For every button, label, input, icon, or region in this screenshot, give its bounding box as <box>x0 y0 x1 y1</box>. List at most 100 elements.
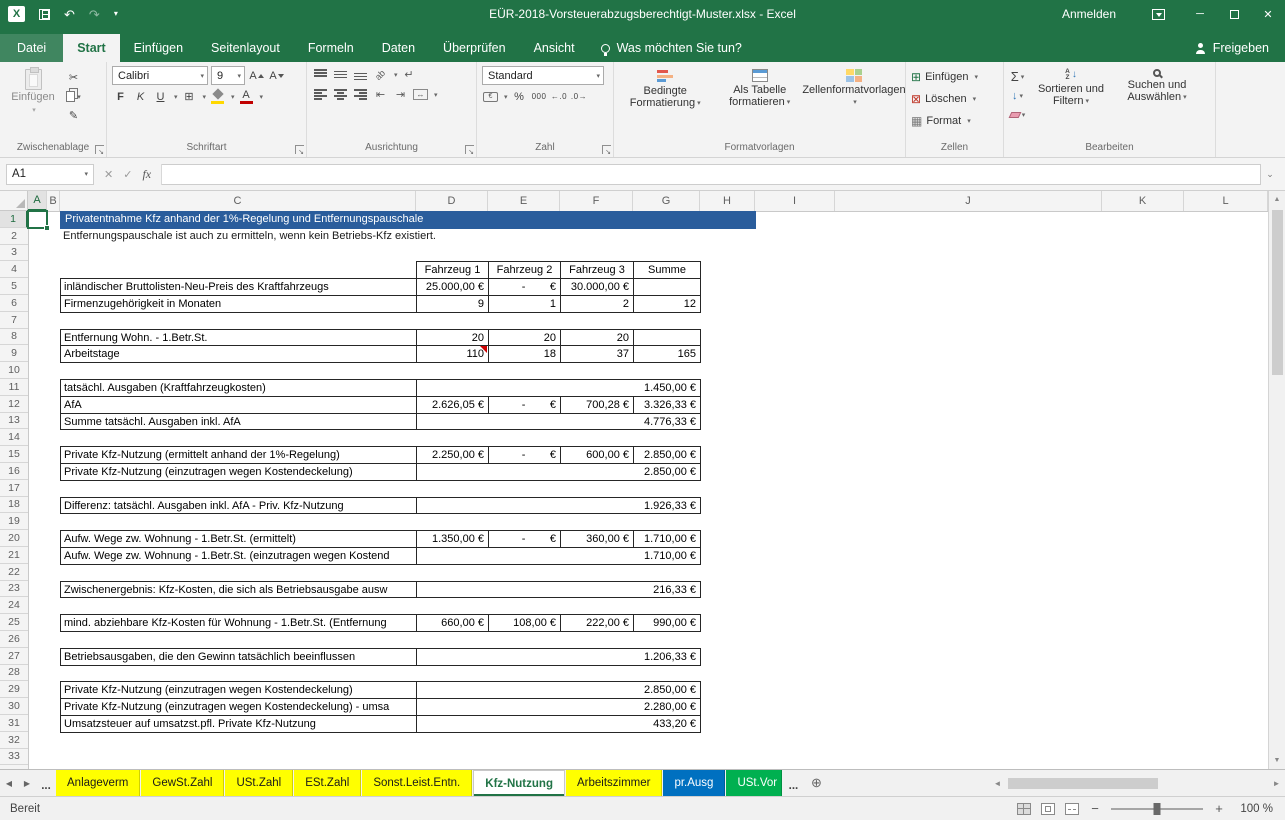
sheet-tab-anlageverm[interactable]: Anlageverm <box>56 770 140 796</box>
cell-C1[interactable]: Privatentnahme Kfz anhand der 1%-Regelun… <box>60 211 756 229</box>
sheet-tab-gewst-zahl[interactable]: GewSt.Zahl <box>141 770 224 796</box>
column-header-D[interactable]: D <box>416 191 488 211</box>
row-header-14[interactable]: 14 <box>0 429 28 446</box>
italic-button[interactable]: K <box>132 88 149 105</box>
scroll-right-icon[interactable]: ► <box>1268 779 1285 788</box>
orientation-button[interactable] <box>372 66 389 83</box>
column-header-C[interactable]: C <box>60 191 416 211</box>
column-header-B[interactable]: B <box>47 191 60 211</box>
horizontal-scrollbar[interactable]: ◄ ► <box>989 770 1285 796</box>
sheet-scroll-right-button[interactable]: ▶ <box>18 770 36 796</box>
zoom-in-button[interactable]: + <box>1213 801 1225 816</box>
cell-D31[interactable]: 433,20 € <box>416 715 701 733</box>
cell-G6[interactable]: 12 <box>633 295 701 313</box>
find-select-button[interactable]: Suchen und Auswählen <box>1116 66 1198 140</box>
row-header-16[interactable]: 16 <box>0 463 28 480</box>
column-header-E[interactable]: E <box>488 191 560 211</box>
cell-C20[interactable]: Aufw. Wege zw. Wohnung - 1.Betr.St. (erm… <box>60 530 417 548</box>
row-header-21[interactable]: 21 <box>0 547 28 564</box>
underline-dropdown-icon[interactable] <box>174 91 178 103</box>
zoom-slider-handle[interactable] <box>1154 803 1161 815</box>
ribbon-display-options-icon[interactable] <box>1152 9 1165 20</box>
merge-dropdown-icon[interactable] <box>434 89 438 101</box>
row-header-4[interactable]: 4 <box>0 261 28 278</box>
row-header-22[interactable]: 22 <box>0 564 28 581</box>
sheet-tab-arbeitszimmer[interactable]: Arbeitszimmer <box>566 770 662 796</box>
insert-function-button[interactable]: fx <box>142 167 151 182</box>
sheet-tab-sonst-leist-entn-[interactable]: Sonst.Leist.Entn. <box>362 770 472 796</box>
cell-F9[interactable]: 37 <box>560 345 634 363</box>
page-layout-view-button[interactable] <box>1041 803 1055 815</box>
row-header-27[interactable]: 27 <box>0 648 28 665</box>
cell-C23[interactable]: Zwischenergebnis: Kfz-Kosten, die sich a… <box>60 581 417 599</box>
cell-F15[interactable]: 600,00 € <box>560 446 634 464</box>
cell-E6[interactable]: 1 <box>488 295 561 313</box>
sheet-tab-kfz-nutzung[interactable]: Kfz-Nutzung <box>473 770 565 796</box>
borders-dropdown-icon[interactable] <box>203 91 207 103</box>
font-dialog-launcher[interactable] <box>295 145 304 154</box>
cell-D6[interactable]: 9 <box>416 295 489 313</box>
accounting-format-button[interactable]: € <box>482 88 499 105</box>
cell-C30[interactable]: Private Kfz-Nutzung (einzutragen wegen K… <box>60 698 417 716</box>
row-header-29[interactable]: 29 <box>0 681 28 698</box>
row-header-13[interactable]: 13 <box>0 413 28 430</box>
sheet-overflow-left[interactable]: ... <box>36 770 56 796</box>
cell-F4[interactable]: Fahrzeug 3 <box>560 261 634 279</box>
accounting-dropdown-icon[interactable] <box>504 91 508 103</box>
increase-decimal-button[interactable]: ←.0 <box>551 88 568 105</box>
cell-C5[interactable]: inländischer Bruttolisten-Neu-Preis des … <box>60 278 417 296</box>
cell-C9[interactable]: Arbeitstage <box>60 345 417 363</box>
customize-quick-access-icon[interactable]: ▾ <box>114 10 118 18</box>
copy-button[interactable] <box>65 88 82 105</box>
row-header-1[interactable]: 1 <box>0 211 28 228</box>
redo-icon[interactable]: ↷ <box>89 8 100 21</box>
cell-styles-button[interactable]: Zellenformatvorlagen <box>808 66 900 140</box>
align-middle-button[interactable] <box>332 66 349 83</box>
cell-D25[interactable]: 660,00 € <box>416 614 489 632</box>
ribbon-tab-formeln[interactable]: Formeln <box>294 34 368 62</box>
font-size-select[interactable]: 9 <box>211 66 245 85</box>
cell-G9[interactable]: 165 <box>633 345 701 363</box>
share-button[interactable]: Freigeben <box>1179 34 1285 62</box>
vertical-scrollbar[interactable]: ▲ ▼ <box>1268 191 1285 769</box>
sign-in-button[interactable]: Anmelden <box>1044 7 1134 21</box>
align-center-button[interactable] <box>332 86 349 103</box>
cell-F20[interactable]: 360,00 € <box>560 530 634 548</box>
row-header-18[interactable]: 18 <box>0 497 28 514</box>
cell-D13[interactable]: 4.776,33 € <box>416 413 701 431</box>
column-header-L[interactable]: L <box>1184 191 1268 211</box>
sort-filter-button[interactable]: ↓ Sortieren und Filtern <box>1030 66 1112 140</box>
row-header-28[interactable]: 28 <box>0 665 28 682</box>
formula-bar-expand-icon[interactable]: ⌄ <box>1261 169 1279 180</box>
cell-G15[interactable]: 2.850,00 € <box>633 446 701 464</box>
name-box[interactable]: A1 <box>6 164 94 185</box>
fill-button[interactable]: ↓ <box>1009 87 1026 104</box>
conditional-formatting-button[interactable]: Bedingte Formatierung <box>619 66 711 140</box>
row-header-31[interactable]: 31 <box>0 715 28 732</box>
vertical-scrollbar-thumb[interactable] <box>1272 210 1283 375</box>
font-color-dropdown-icon[interactable] <box>260 91 264 103</box>
cell-C29[interactable]: Private Kfz-Nutzung (einzutragen wegen K… <box>60 681 417 699</box>
row-header-7[interactable]: 7 <box>0 312 28 329</box>
cell-D23[interactable]: 216,33 € <box>416 581 701 599</box>
grow-font-button[interactable] <box>248 67 265 84</box>
row-header-10[interactable]: 10 <box>0 362 28 379</box>
sheet-tab-ust-vor[interactable]: USt.Vor <box>726 770 782 796</box>
clipboard-dialog-launcher[interactable] <box>95 145 104 154</box>
clear-button[interactable] <box>1009 106 1026 123</box>
cell-C8[interactable]: Entfernung Wohn. - 1.Betr.St. <box>60 329 417 347</box>
save-icon[interactable] <box>39 9 50 20</box>
cell-C11[interactable]: tatsächl. Ausgaben (Kraftfahrzeugkosten) <box>60 379 417 397</box>
row-header-34[interactable]: 34 <box>0 765 28 769</box>
font-name-select[interactable]: Calibri <box>112 66 208 85</box>
orientation-dropdown-icon[interactable] <box>394 69 398 81</box>
ribbon-tab-überprüfen[interactable]: Überprüfen <box>429 34 520 62</box>
row-header-20[interactable]: 20 <box>0 530 28 547</box>
cell-F6[interactable]: 2 <box>560 295 634 313</box>
cell-D20[interactable]: 1.350,00 € <box>416 530 489 548</box>
row-header-8[interactable]: 8 <box>0 329 28 346</box>
cell-E25[interactable]: 108,00 € <box>488 614 561 632</box>
cell-C27[interactable]: Betriebsausgaben, die den Gewinn tatsäch… <box>60 648 417 666</box>
cell-F12[interactable]: 700,28 € <box>560 396 634 414</box>
row-header-11[interactable]: 11 <box>0 379 28 396</box>
